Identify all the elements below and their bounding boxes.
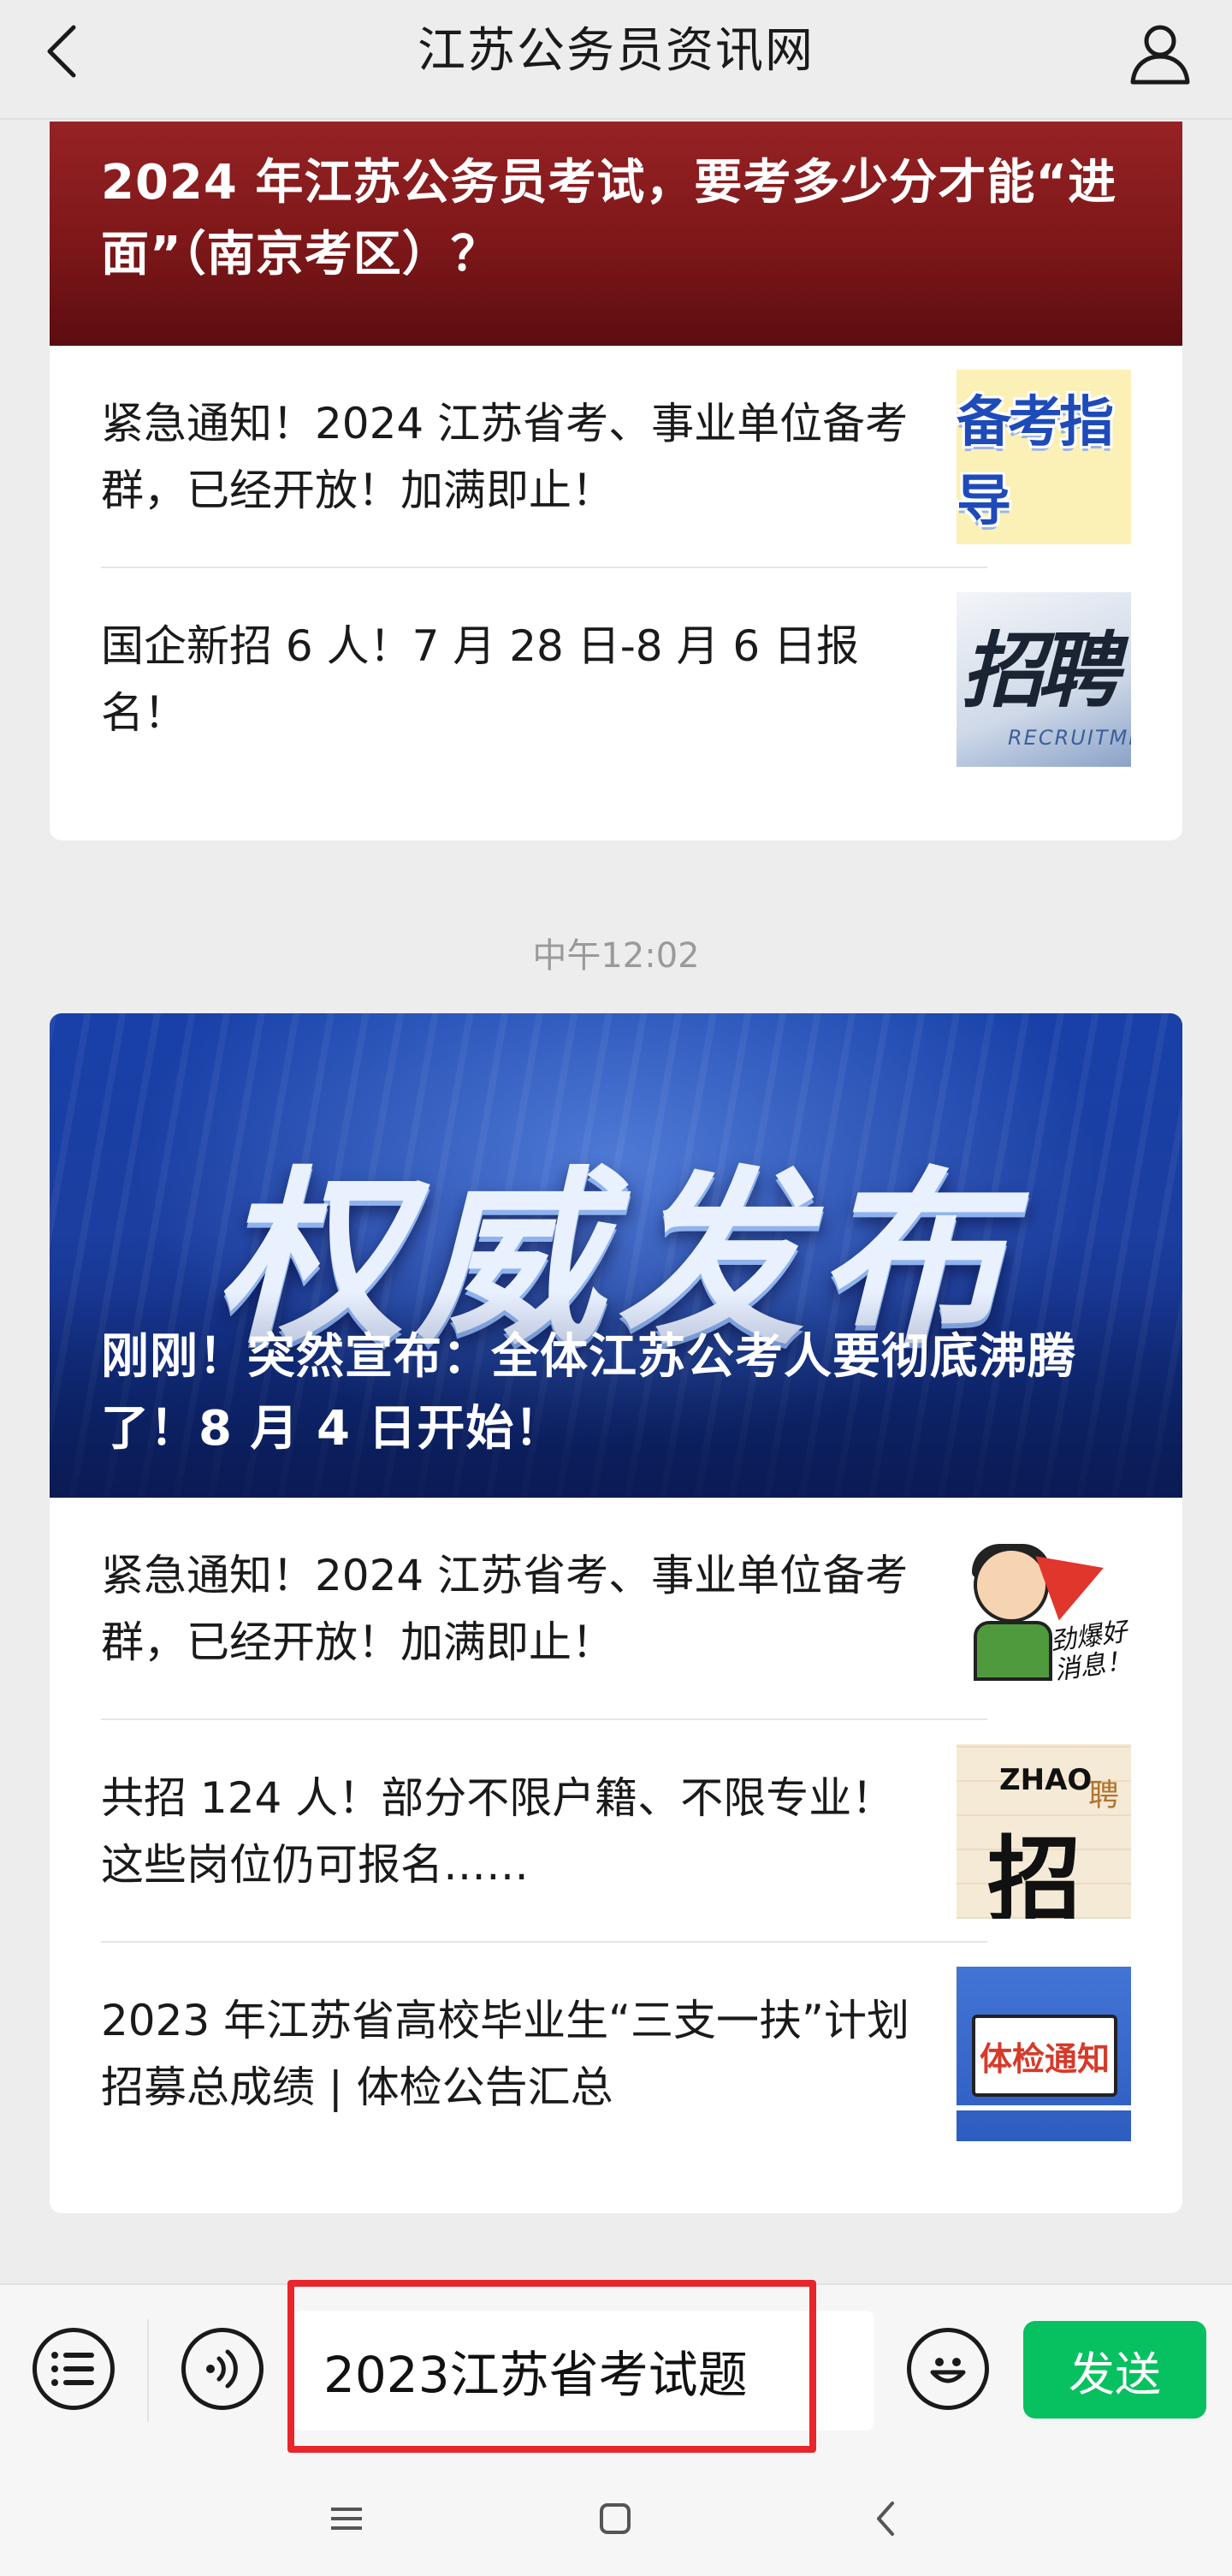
- article-list-item[interactable]: 国企新招 6 人！7 月 28 日-8 月 6 日报名！ 招聘 RECRUITM…: [101, 568, 1157, 791]
- article-list-item[interactable]: 紧急通知！2024 江苏省考、事业单位备考群，已经开放！加满即止！ 备考指导: [101, 346, 1157, 568]
- article-thumbnail: 劲爆好消息！: [957, 1522, 1131, 1696]
- user-profile-icon[interactable]: [1122, 15, 1198, 91]
- message-input-bar: 发送: [0, 2283, 1232, 2463]
- article-cover[interactable]: 权威发布 刚刚！突然宣布：全体江苏公考人要彻底沸腾了！8 月 4 日开始！: [50, 1013, 1182, 1498]
- account-title: 江苏公务员资讯网: [418, 23, 814, 79]
- menu-list-icon[interactable]: [33, 2328, 115, 2410]
- emoji-icon[interactable]: [907, 2328, 989, 2410]
- system-navigation-bar: [0, 2463, 1232, 2576]
- article-cover-title: 刚刚！突然宣布：全体江苏公考人要彻底沸腾了！8 月 4 日开始！: [101, 1329, 1076, 1457]
- article-item-title: 紧急通知！2024 江苏省考、事业单位备考群，已经开放！加满即止！: [101, 399, 909, 515]
- article-item-title: 国企新招 6 人！7 月 28 日-8 月 6 日报名！: [101, 621, 860, 738]
- article-thumbnail: 备考指导: [957, 370, 1131, 544]
- cartoon-body: [974, 1621, 1052, 1681]
- article-cover[interactable]: 2024 年江苏公务员考试，要考多少分才能“进面”（南京考区）？: [50, 122, 1182, 346]
- article-card: 2024 年江苏公务员考试，要考多少分才能“进面”（南京考区）？ 紧急通知！20…: [50, 122, 1182, 840]
- input-separator: [147, 2319, 149, 2422]
- thumbnail-side-label: 聘: [1083, 1778, 1118, 1809]
- recent-apps-icon[interactable]: [317, 2489, 376, 2549]
- system-back-icon[interactable]: [856, 2489, 915, 2549]
- notice-paper: 体检通知: [972, 2015, 1117, 2097]
- article-thumbnail: 招聘 RECRUITMENT: [957, 592, 1131, 767]
- navigation-bar: 江苏公务员资讯网: [0, 0, 1232, 120]
- megaphone-icon: [1035, 1535, 1116, 1621]
- article-list-item[interactable]: 紧急通知！2024 江苏省考、事业单位备考群，已经开放！加满即止！ 劲爆好消息！: [101, 1498, 1157, 1720]
- thumbnail-label: 体检通知: [979, 2039, 1110, 2078]
- article-thumbnail: ZHAO 招 聘: [957, 1744, 1131, 1919]
- thumbnail-sublabel: RECRUITMENT: [1008, 726, 1131, 750]
- article-card: 权威发布 刚刚！突然宣布：全体江苏公考人要彻底沸腾了！8 月 4 日开始！ 紧急…: [50, 1013, 1182, 2213]
- thumbnail-label: 劲爆好消息！: [1048, 1617, 1131, 1687]
- article-thumbnail: 体检通知: [957, 1967, 1131, 2141]
- home-icon[interactable]: [585, 2489, 645, 2549]
- voice-input-icon[interactable]: [181, 2328, 264, 2410]
- message-input[interactable]: [293, 2311, 874, 2431]
- thumbnail-label: 备考指导: [957, 391, 1114, 533]
- article-item-title: 共招 124 人！部分不限户籍、不限专业！这些岗位仍可报名……: [101, 1773, 895, 1890]
- article-item-title: 紧急通知！2024 江苏省考、事业单位备考群，已经开放！加满即止！: [101, 1551, 909, 1667]
- thumbnail-label: 招: [987, 1826, 1081, 1919]
- send-button[interactable]: 发送: [1023, 2321, 1206, 2419]
- message-time-label: 中午12:02: [532, 936, 700, 976]
- article-list-item[interactable]: 2023 年江苏省高校毕业生“三支一扶”计划招募总成绩 | 体检公告汇总 体检通…: [101, 1943, 1157, 2165]
- thumbnail-label: 招聘: [962, 623, 1119, 719]
- article-list-item[interactable]: 共招 124 人！部分不限户籍、不限专业！这些岗位仍可报名…… ZHAO 招 聘: [101, 1720, 1157, 1943]
- thumbnail-decoration: [957, 2105, 1131, 2110]
- article-item-title: 2023 年江苏省高校毕业生“三支一扶”计划招募总成绩 | 体检公告汇总: [101, 1996, 909, 2112]
- article-cover-title: 2024 年江苏公务员考试，要考多少分才能“进面”（南京考区）？: [101, 155, 1117, 282]
